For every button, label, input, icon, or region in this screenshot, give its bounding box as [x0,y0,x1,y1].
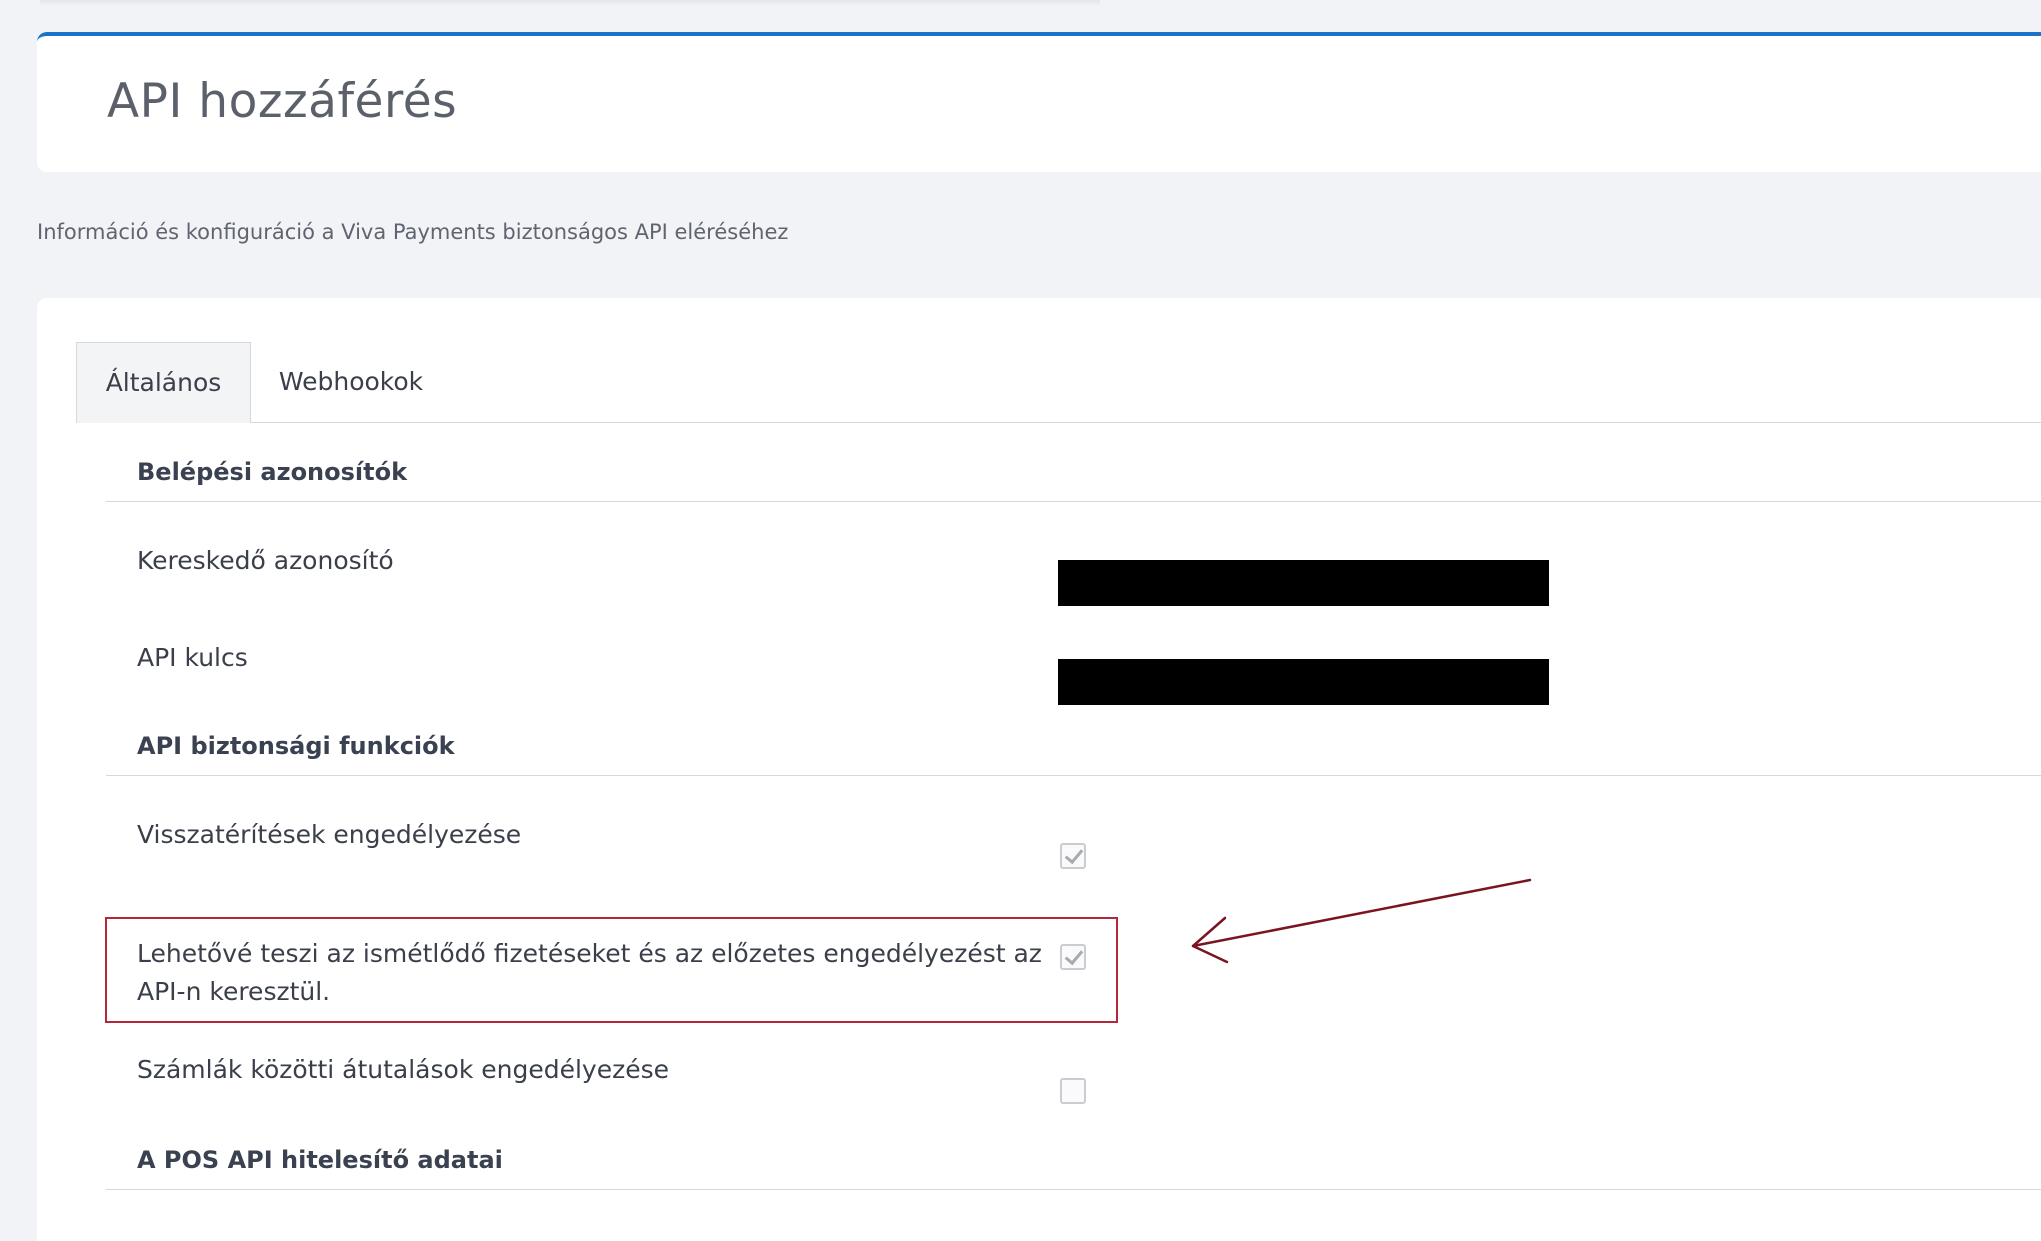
section-credentials-title: Belépési azonosítók [137,458,408,486]
refunds-checkbox[interactable] [1060,843,1086,869]
section-security-title: API biztonsági funkciók [137,732,455,760]
transfers-checkbox[interactable] [1060,1078,1086,1104]
top-shadow [40,0,1100,6]
section-pos-header: A POS API hitelesítő adatai [106,1136,2041,1190]
api-key-label: API kulcs [137,643,248,672]
section-security-header: API biztonsági funkciók [106,722,2041,776]
content-card: Általános Webhookok Belépési azonosítók … [37,298,2041,1241]
api-key-value-redacted [1058,659,1549,705]
tab-webhooks[interactable]: Webhookok [251,342,451,422]
merchant-id-label: Kereskedő azonosító [137,546,394,575]
refunds-label: Visszatérítések engedélyezése [137,820,522,849]
page-title: API hozzáférés [107,74,458,129]
recurring-label-line1: Lehetővé teszi az ismétlődő fizetéseket … [137,939,1042,968]
recurring-checkbox[interactable] [1060,944,1086,970]
merchant-id-value-redacted [1058,560,1549,606]
section-pos-title: A POS API hitelesítő adatai [137,1146,503,1174]
annotation-arrow-icon [1191,878,1532,964]
tab-bar: Általános Webhookok [76,342,2041,423]
page-header: API hozzáférés [37,32,2041,172]
section-credentials-header: Belépési azonosítók [106,448,2041,502]
page-subtitle: Információ és konfiguráció a Viva Paymen… [37,220,789,244]
recurring-label-line2: API-n keresztül. [137,977,331,1006]
transfers-label: Számlák közötti átutalások engedélyezése [137,1055,670,1084]
tab-general[interactable]: Általános [76,342,251,423]
